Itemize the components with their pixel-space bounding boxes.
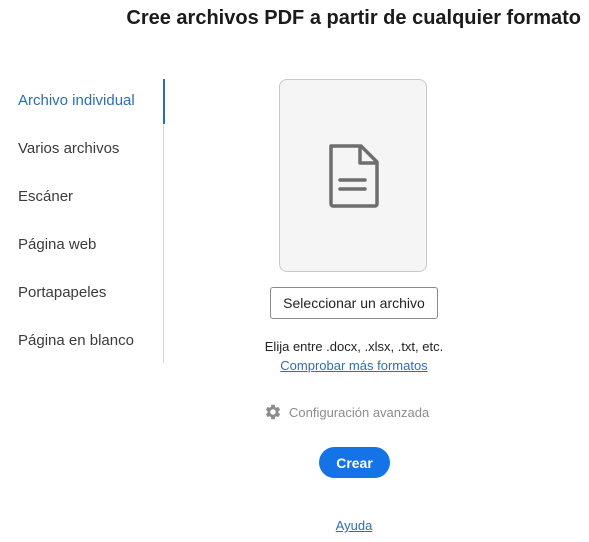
- sidebar-item-label: Portapapeles: [18, 284, 107, 301]
- sidebar-item-label: Archivo individual: [18, 92, 135, 109]
- help-link-container: Ayuda: [0, 518, 589, 533]
- active-tab-indicator: [163, 79, 165, 124]
- sidebar: Archivo individual Varios archivos Escán…: [0, 79, 165, 363]
- select-file-button[interactable]: Seleccionar un archivo: [270, 287, 438, 319]
- file-dropzone[interactable]: [279, 79, 427, 272]
- sidebar-item-single-file[interactable]: Archivo individual: [18, 92, 135, 109]
- create-button[interactable]: Crear: [319, 447, 390, 478]
- help-link[interactable]: Ayuda: [336, 518, 373, 533]
- document-icon: [329, 144, 379, 208]
- page-title: Cree archivos PDF a partir de cualquier …: [126, 7, 581, 29]
- advanced-settings-label: Configuración avanzada: [289, 404, 430, 420]
- advanced-settings[interactable]: Configuración avanzada: [264, 403, 429, 421]
- sidebar-item-web-page[interactable]: Página web: [18, 236, 96, 253]
- sidebar-item-label: Escáner: [18, 188, 74, 205]
- sidebar-item-scanner[interactable]: Escáner: [18, 188, 73, 205]
- sidebar-item-clipboard[interactable]: Portapapeles: [18, 284, 106, 301]
- sidebar-item-label: Varios archivos: [18, 140, 120, 157]
- formats-link-container: Comprobar más formatos: [0, 358, 589, 373]
- sidebar-item-multiple-files[interactable]: Varios archivos: [18, 140, 119, 157]
- gear-icon: [265, 404, 281, 420]
- check-more-formats-link[interactable]: Comprobar más formatos: [280, 358, 427, 373]
- supported-formats-text: Elija entre .docx, .xlsx, .txt, etc.: [264, 339, 444, 354]
- sidebar-item-label: Página web: [18, 236, 97, 253]
